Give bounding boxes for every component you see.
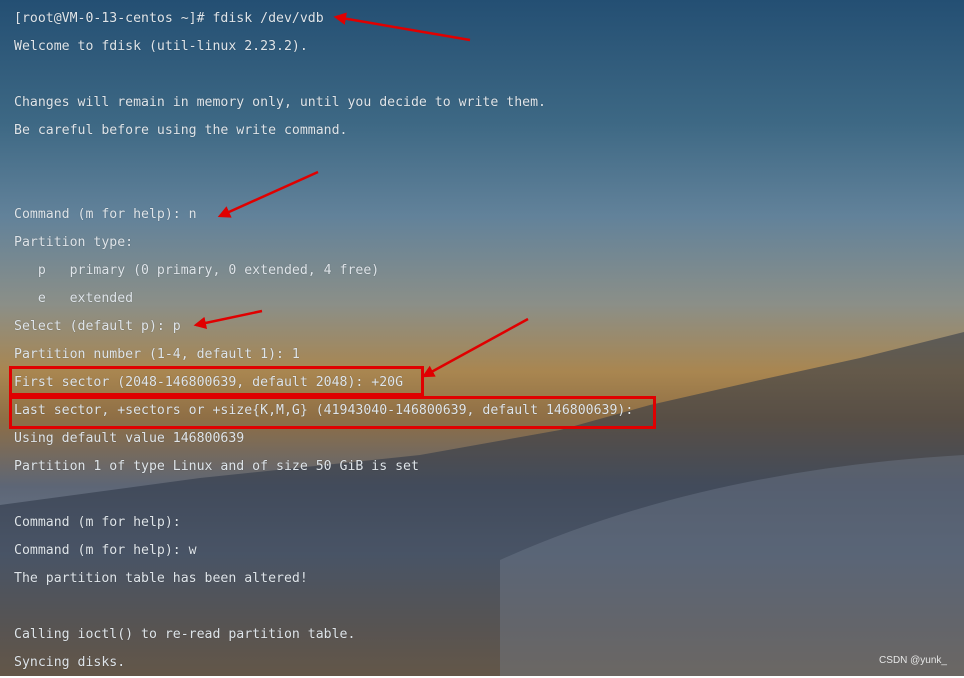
terminal-line: Command (m for help): n	[14, 207, 197, 222]
terminal-line: Command (m for help):	[14, 515, 181, 530]
terminal-line: Using default value 146800639	[14, 431, 245, 446]
terminal-line: Select (default p): p	[14, 319, 181, 334]
terminal-line: Syncing disks.	[14, 655, 126, 670]
terminal-line: Last sector, +sectors or +size{K,M,G} (4…	[14, 403, 634, 418]
csdn-watermark: CSDN @yunk_	[879, 655, 947, 666]
terminal-line: Partition type:	[14, 235, 134, 250]
terminal-output: [root@VM-0-13-centos ~]# fdisk /dev/vdb …	[14, 6, 633, 678]
terminal-line: [root@VM-0-13-centos ~]# fdisk /dev/vdb	[14, 11, 324, 26]
terminal-line: Command (m for help): w	[14, 543, 197, 558]
terminal-line: Be careful before using the write comman…	[14, 123, 348, 138]
terminal-line: The partition table has been altered!	[14, 571, 308, 586]
terminal-line: p primary (0 primary, 0 extended, 4 free…	[14, 263, 380, 278]
terminal-line: Welcome to fdisk (util-linux 2.23.2).	[14, 39, 308, 54]
terminal-line: e extended	[14, 291, 134, 306]
terminal-line: Changes will remain in memory only, unti…	[14, 95, 546, 110]
terminal-line: Partition 1 of type Linux and of size 50…	[14, 459, 419, 474]
terminal-line: Calling ioctl() to re-read partition tab…	[14, 627, 356, 642]
terminal-line: Partition number (1-4, default 1): 1	[14, 347, 300, 362]
terminal-line: First sector (2048-146800639, default 20…	[14, 375, 404, 390]
